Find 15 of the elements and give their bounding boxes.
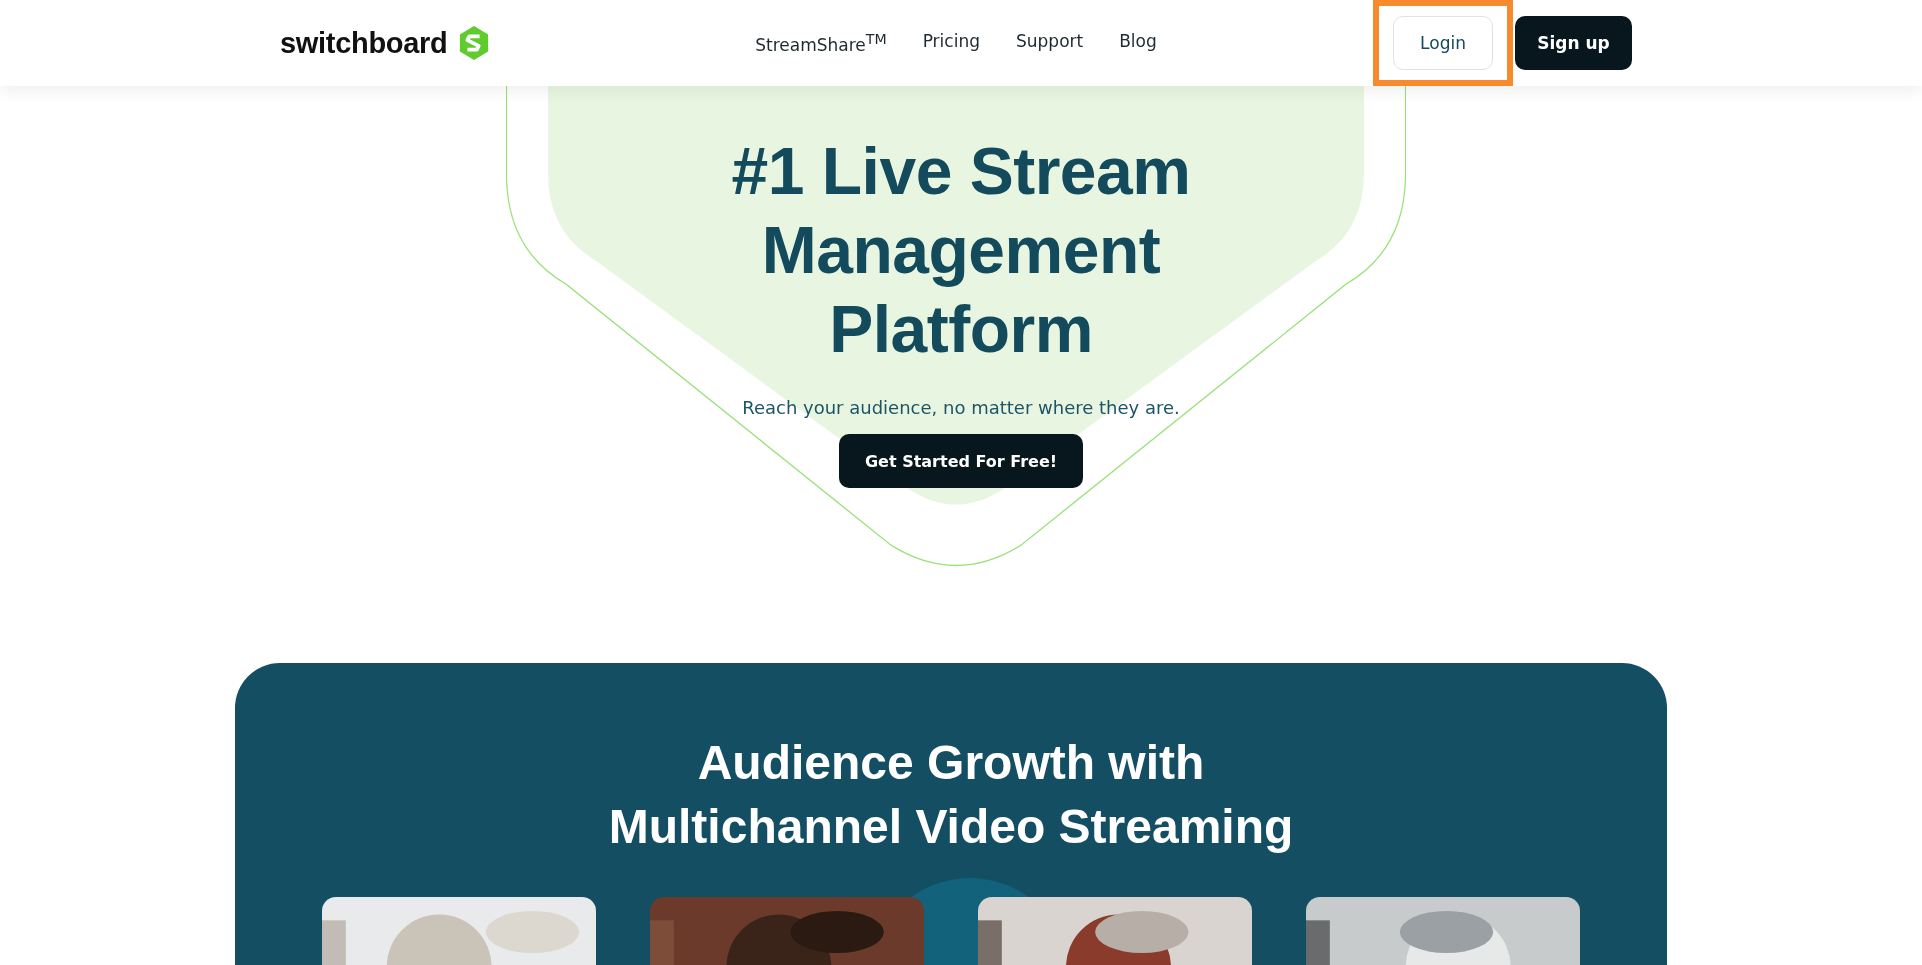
section-heading: Audience Growth with: [697, 735, 1205, 791]
nav-link[interactable]: StreamShare$^{TM}$: [755, 31, 887, 55]
nav-link[interactable]: Support: [1016, 31, 1084, 55]
login-button[interactable]: Login: [1393, 16, 1493, 70]
nav-link[interactable]: Pricing: [922, 31, 980, 55]
hero-title: Platform: [829, 291, 1093, 368]
section-heading: Multichannel Video Streaming: [608, 799, 1294, 855]
nav-link[interactable]: Blog: [1119, 31, 1157, 55]
hero-title: #1 Live Stream: [731, 133, 1191, 210]
get-started-button[interactable]: Get Started For Free!: [838, 434, 1084, 488]
hero-title: Management: [761, 212, 1161, 289]
logo-text[interactable]: switchboard: [280, 26, 448, 60]
signup-button[interactable]: Sign up: [1515, 16, 1632, 70]
hero-subtitle: Reach your audience, no matter where they are.: [742, 397, 1180, 418]
hexagon-logo-icon[interactable]: [457, 25, 490, 61]
